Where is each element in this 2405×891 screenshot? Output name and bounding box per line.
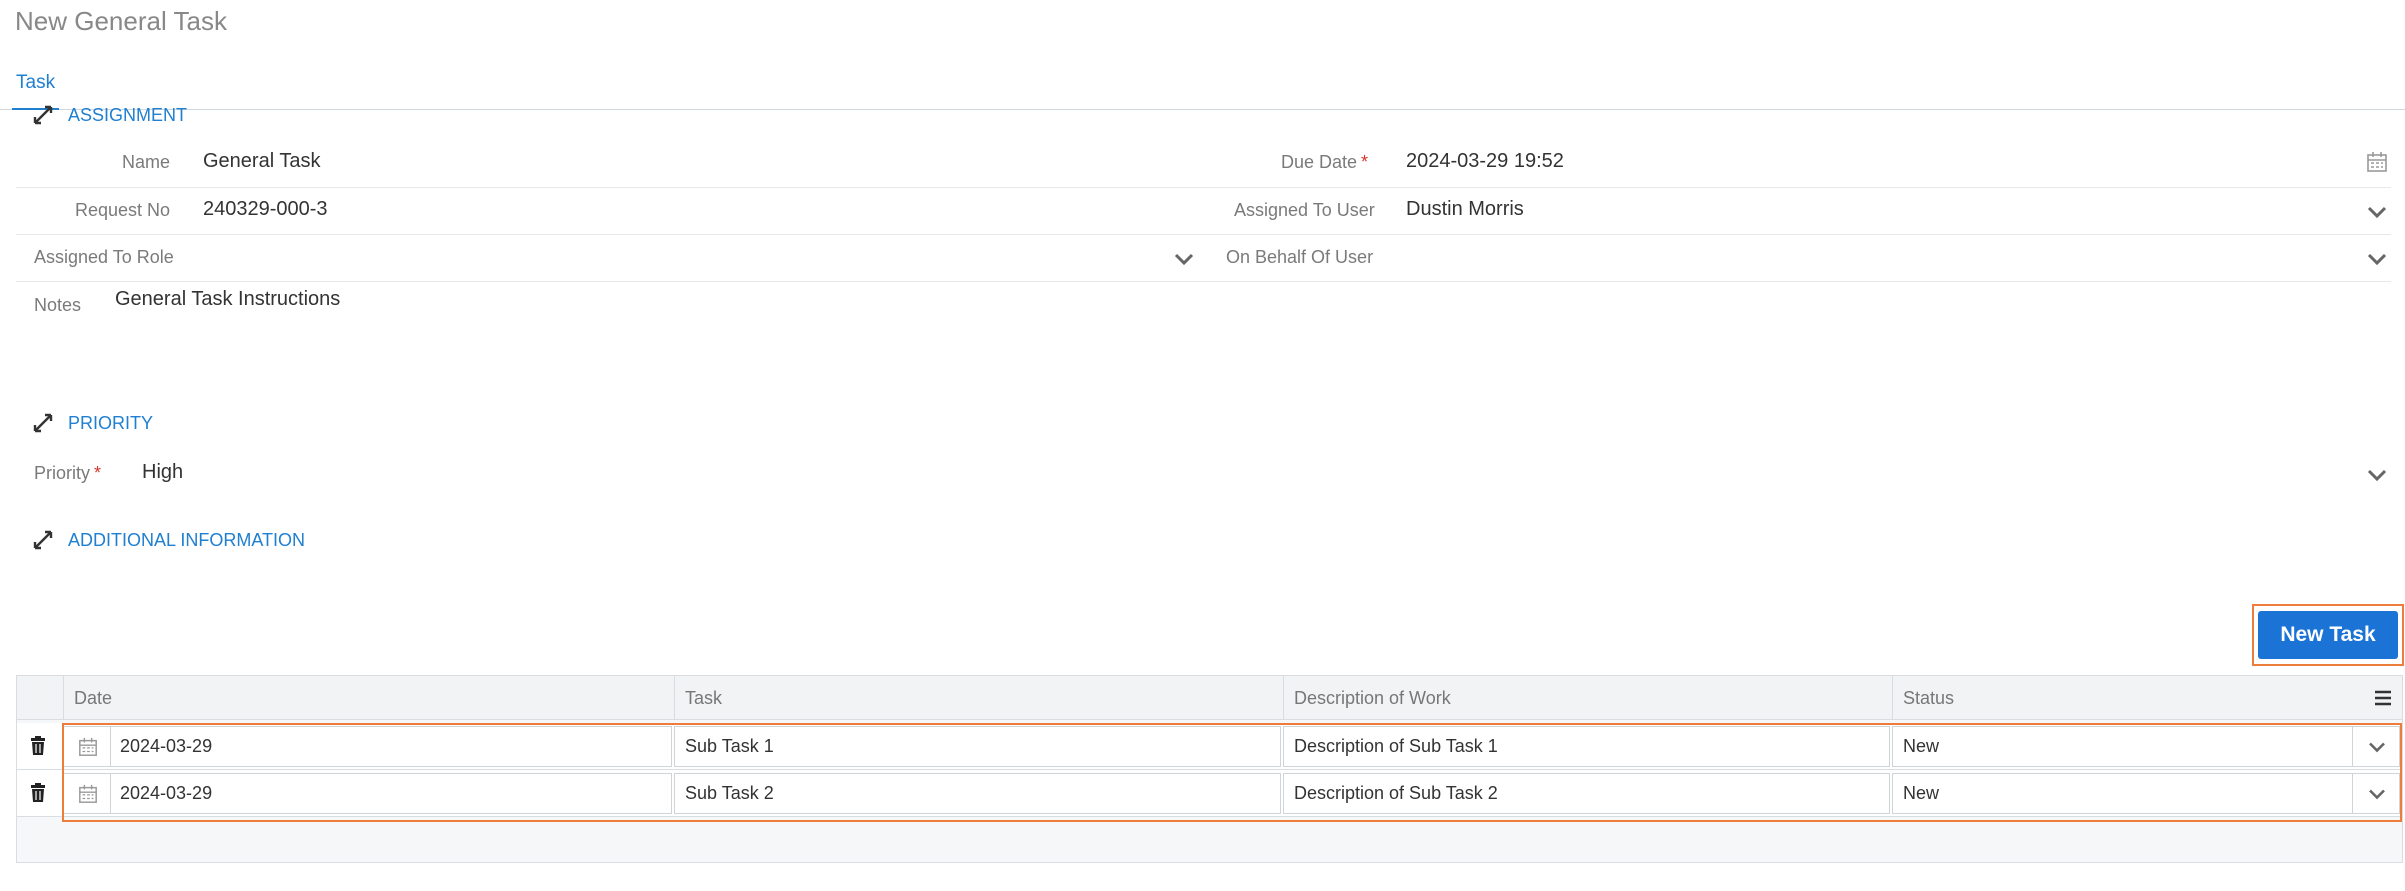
name-value[interactable]: General Task: [203, 150, 320, 173]
section-assignment-header[interactable]: ASSIGNMENT: [32, 104, 187, 126]
section-assignment-label: ASSIGNMENT: [68, 104, 188, 125]
assigned-to-role-label: Assigned To Role: [34, 247, 174, 267]
column-header-date[interactable]: Date: [63, 676, 674, 720]
assigned-to-user-value[interactable]: Dustin Morris: [1406, 198, 1524, 221]
row-divider: [16, 187, 2391, 188]
chevron-down-icon[interactable]: [2366, 467, 2388, 483]
name-label: Name: [122, 152, 171, 172]
collapse-arrows-icon[interactable]: [32, 104, 54, 126]
due-date-value[interactable]: 2024-03-29 19:52: [1406, 150, 1564, 173]
chevron-down-icon[interactable]: [1173, 251, 1195, 267]
tab-bar: Task: [0, 60, 2405, 110]
priority-value[interactable]: High: [142, 461, 183, 484]
page-title: New General Task: [15, 6, 227, 36]
assigned-to-user-label: Assigned To User: [1234, 200, 1375, 220]
row-divider: [16, 234, 2391, 235]
priority-label: Priority *: [34, 463, 102, 483]
notes-label: Notes: [34, 295, 82, 315]
trash-icon[interactable]: [29, 783, 47, 803]
trash-icon[interactable]: [29, 736, 47, 756]
collapse-arrows-icon[interactable]: [32, 412, 54, 434]
hamburger-menu-icon[interactable]: [2372, 687, 2394, 709]
section-priority-header[interactable]: PRIORITY: [32, 412, 153, 434]
section-additional-header[interactable]: ADDITIONAL INFORMATION: [32, 529, 305, 551]
calendar-icon[interactable]: [2366, 151, 2388, 173]
collapse-arrows-icon[interactable]: [32, 529, 54, 551]
section-additional-label: ADDITIONAL INFORMATION: [68, 529, 306, 550]
column-header-description[interactable]: Description of Work: [1283, 676, 1892, 720]
request-no-label: Request No: [75, 200, 171, 220]
chevron-down-icon[interactable]: [2366, 204, 2388, 220]
section-priority-label: PRIORITY: [68, 412, 154, 433]
grid-header: Date Task Description of Work Status: [17, 676, 2402, 720]
due-date-label: Due Date *: [1281, 152, 1369, 172]
on-behalf-of-user-label: On Behalf Of User: [1226, 247, 1374, 267]
column-header-status[interactable]: Status: [1892, 676, 2370, 720]
new-task-button[interactable]: New Task: [2258, 611, 2398, 659]
column-header-task[interactable]: Task: [674, 676, 1283, 720]
row-divider: [16, 281, 2391, 282]
request-no-value[interactable]: 240329-000-3: [203, 198, 328, 221]
rows-highlight: [62, 723, 2402, 822]
chevron-down-icon[interactable]: [2366, 251, 2388, 267]
notes-value[interactable]: General Task Instructions: [115, 288, 340, 311]
